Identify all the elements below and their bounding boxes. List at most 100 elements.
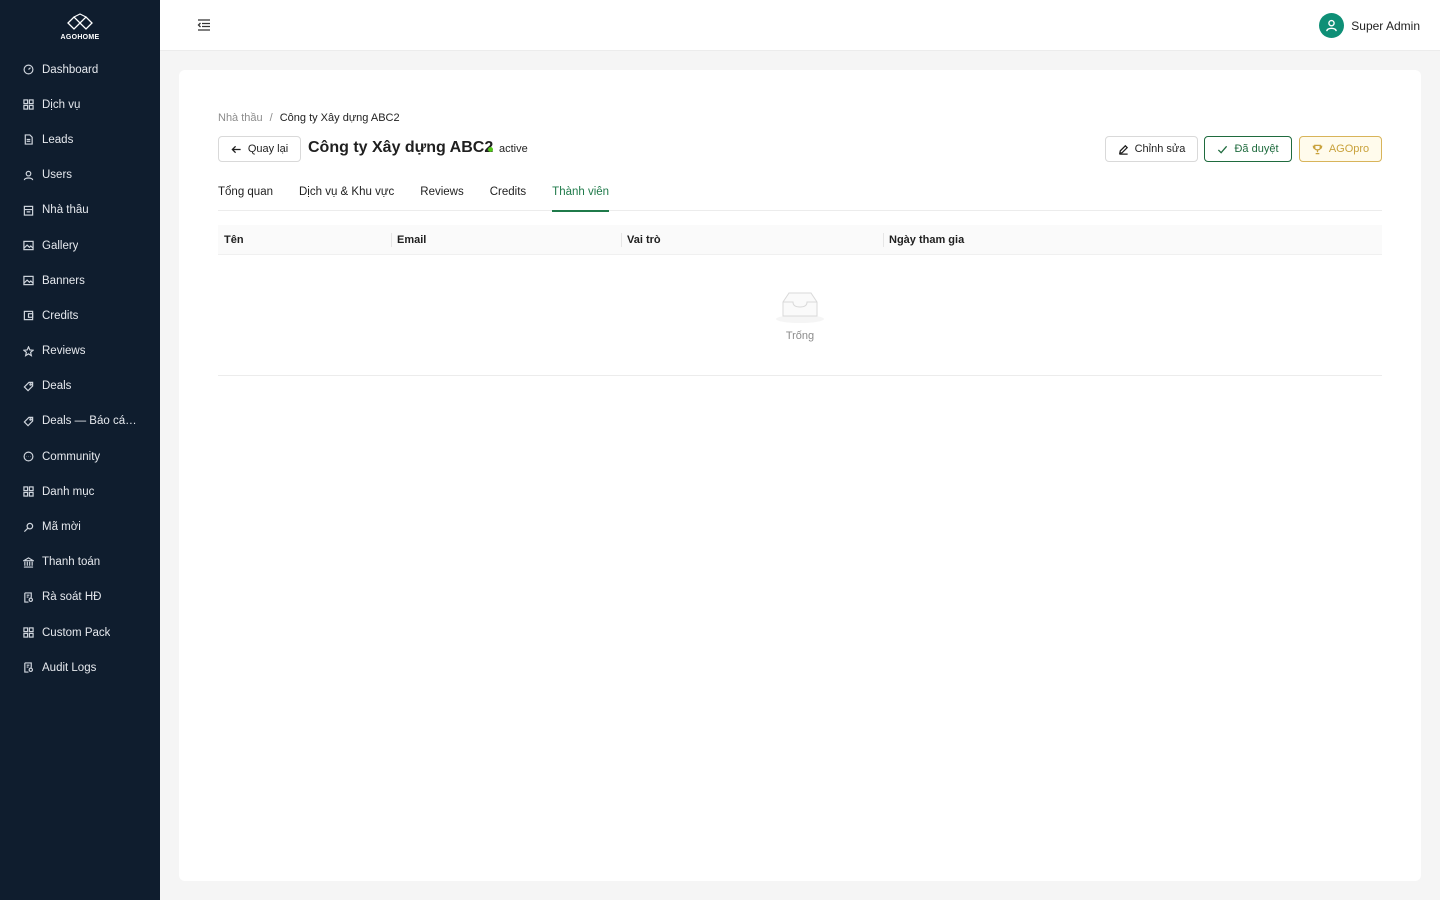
edit-button[interactable]: Chỉnh sửa <box>1105 136 1198 162</box>
sidebar-item-deals-bao-cao[interactable]: Deals — Báo cáo ... <box>0 404 160 439</box>
sidebar: AGOHOME Dashboard Dịch vụ Leads Users Nh… <box>0 0 160 900</box>
edit-icon <box>1118 144 1128 155</box>
chat-icon <box>22 451 34 463</box>
image-icon <box>22 240 34 252</box>
user-icon <box>22 169 34 181</box>
empty-state-text: Trống <box>785 330 815 342</box>
column-header-joined-date: Ngày tham gia <box>883 225 1382 255</box>
sidebar-item-label: Mã mời <box>42 521 81 534</box>
sidebar-item-credits[interactable]: Credits <box>0 298 160 333</box>
column-header-name: Tên <box>224 233 244 246</box>
audit-icon <box>22 662 34 674</box>
check-icon <box>1218 145 1228 154</box>
breadcrumb: Nhà thầu / Công ty Xây dựng ABC2 <box>218 112 400 124</box>
sidebar-item-deals[interactable]: Deals <box>0 369 160 404</box>
arrow-left-icon <box>231 145 241 153</box>
bank-icon <box>22 556 34 568</box>
sidebar-item-users[interactable]: Users <box>0 158 160 193</box>
sidebar-item-banners[interactable]: Banners <box>0 263 160 298</box>
key-icon <box>22 521 34 533</box>
user-name: Super Admin <box>1351 18 1420 33</box>
tab-bar: Tổng quan Dịch vụ & Khu vực Reviews Cred… <box>218 178 1382 212</box>
sidebar-item-nha-thau[interactable]: Nhà thầu <box>0 193 160 228</box>
column-header-role: Vai trò <box>621 225 883 255</box>
content-card: Nhà thầu / Công ty Xây dựng ABC2 Quay lạ… <box>179 70 1421 881</box>
tab-dich-vu-khu-vuc[interactable]: Dịch vụ & Khu vực <box>299 178 394 211</box>
sidebar-item-community[interactable]: Community <box>0 439 160 474</box>
sidebar-item-label: Credits <box>42 309 79 322</box>
status-text: active <box>499 143 528 155</box>
sidebar-item-label: Deals — Báo cáo ... <box>42 415 142 428</box>
tab-reviews[interactable]: Reviews <box>420 178 463 211</box>
approved-button-label: Đã duyệt <box>1234 143 1279 155</box>
sidebar-item-label: Dashboard <box>42 63 99 76</box>
back-button-label: Quay lại <box>247 143 289 155</box>
back-button[interactable]: Quay lại <box>218 136 301 162</box>
sidebar-item-label: Gallery <box>42 239 79 252</box>
user-menu[interactable]: Super Admin <box>1319 13 1420 38</box>
dashboard-icon <box>22 64 34 76</box>
breadcrumb-parent[interactable]: Nhà thầu <box>218 112 263 124</box>
image-icon <box>22 275 34 287</box>
sidebar-item-reviews[interactable]: Reviews <box>0 334 160 369</box>
column-header-email: Email <box>391 225 621 255</box>
sidebar-nav: Dashboard Dịch vụ Leads Users Nhà thầu G… <box>0 52 160 685</box>
tag-icon <box>22 415 34 427</box>
page-title: Công ty Xây dựng ABC2 <box>308 139 494 156</box>
sidebar-item-label: Leads <box>42 133 74 146</box>
empty-inbox-icon <box>776 292 824 323</box>
empty-state: Trống <box>218 255 1382 376</box>
star-icon <box>22 345 34 357</box>
edit-button-label: Chỉnh sửa <box>1134 143 1186 155</box>
agopro-button[interactable]: AGOpro <box>1299 136 1382 162</box>
grid-icon <box>22 99 34 111</box>
sidebar-item-label: Banners <box>42 274 85 287</box>
breadcrumb-current: Công ty Xây dựng ABC2 <box>279 112 400 124</box>
sidebar-item-label: Thanh toán <box>42 556 101 569</box>
wallet-icon <box>22 310 34 322</box>
sidebar-item-label: Rà soát HĐ <box>42 591 102 604</box>
audit-icon <box>22 591 34 603</box>
sidebar-item-label: Users <box>42 169 73 182</box>
brand-name: AGOHOME <box>60 34 100 41</box>
breadcrumb-separator: / <box>269 112 273 124</box>
tag-icon <box>22 380 34 392</box>
tab-thanh-vien[interactable]: Thành viên <box>552 178 609 212</box>
sidebar-item-thanh-toan[interactable]: Thanh toán <box>0 545 160 580</box>
brand-logo[interactable]: AGOHOME <box>0 0 160 52</box>
sidebar-item-dich-vu[interactable]: Dịch vụ <box>0 87 160 122</box>
table-header: Tên Email Vai trò Ngày tham gia <box>218 225 1382 255</box>
sidebar-item-label: Deals <box>42 380 72 393</box>
status-badge: active <box>488 143 528 155</box>
sidebar-item-label: Community <box>42 450 101 463</box>
grid-icon <box>22 486 34 498</box>
menu-fold-icon[interactable] <box>197 18 211 32</box>
agohome-logo-icon <box>67 13 93 30</box>
tab-tong-quan[interactable]: Tổng quan <box>218 178 273 211</box>
sidebar-item-gallery[interactable]: Gallery <box>0 228 160 263</box>
avatar <box>1319 13 1345 38</box>
grid-icon <box>22 627 34 639</box>
building-icon <box>22 204 34 216</box>
file-icon <box>22 134 34 146</box>
status-dot <box>488 146 493 152</box>
sidebar-item-ra-soat-hd[interactable]: Rà soát HĐ <box>0 580 160 615</box>
agopro-button-label: AGOpro <box>1328 143 1370 155</box>
user-icon <box>1326 19 1338 32</box>
sidebar-item-danh-muc[interactable]: Danh mục <box>0 474 160 509</box>
tab-credits[interactable]: Credits <box>490 178 526 211</box>
sidebar-item-label: Nhà thầu <box>42 204 89 217</box>
trophy-icon <box>1312 144 1323 154</box>
sidebar-item-leads[interactable]: Leads <box>0 122 160 157</box>
sidebar-item-audit-logs[interactable]: Audit Logs <box>0 650 160 685</box>
members-table: Tên Email Vai trò Ngày tham gia Trống <box>218 225 1382 376</box>
sidebar-item-label: Audit Logs <box>42 661 97 674</box>
sidebar-item-dashboard[interactable]: Dashboard <box>0 52 160 87</box>
approved-button[interactable]: Đã duyệt <box>1204 136 1292 162</box>
sidebar-item-custom-pack[interactable]: Custom Pack <box>0 615 160 650</box>
sidebar-item-label: Custom Pack <box>42 626 111 639</box>
sidebar-item-ma-moi[interactable]: Mã mời <box>0 509 160 544</box>
sidebar-item-label: Danh mục <box>42 485 95 498</box>
sidebar-item-label: Dịch vụ <box>42 98 81 111</box>
top-header: Super Admin <box>160 0 1440 51</box>
